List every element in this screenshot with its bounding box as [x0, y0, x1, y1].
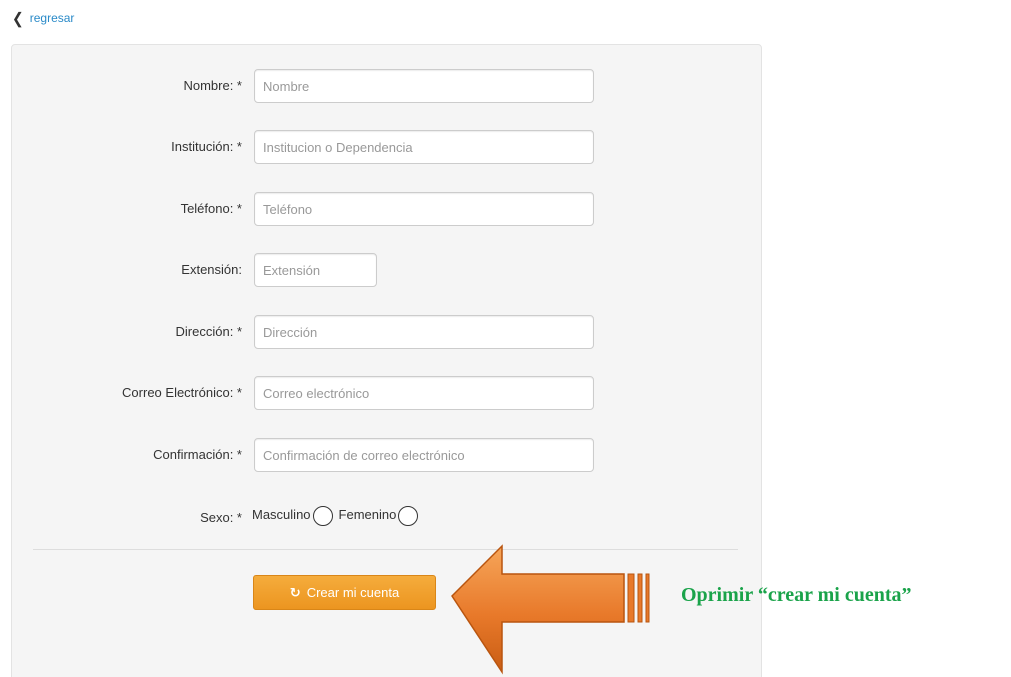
institucion-input[interactable] [254, 130, 594, 164]
telefono-input[interactable] [254, 192, 594, 226]
back-link-label: regresar [29, 11, 75, 25]
create-account-label: Crear mi cuenta [306, 585, 400, 600]
form-row-sexo: Sexo: * Masculino Femenino [12, 499, 763, 535]
form-row-direccion: Dirección: * [12, 315, 763, 351]
direccion-input[interactable] [254, 315, 594, 349]
institucion-label: Institución: * [171, 139, 242, 154]
annotation-arrow-icon [451, 544, 650, 675]
chevron-left-icon: ❮ [12, 9, 24, 27]
form-row-extension: Extensión: [12, 253, 763, 289]
nombre-label: Nombre: * [183, 78, 242, 93]
back-link[interactable]: ❮ regresar [12, 9, 75, 27]
sexo-options: Masculino Femenino [252, 502, 424, 526]
form-row-confirmacion: Confirmación: * [12, 438, 763, 474]
masculino-label: Masculino [252, 506, 311, 522]
annotation-text: Oprimir “crear mi cuenta” [681, 584, 912, 606]
form-row-nombre: Nombre: * [12, 69, 763, 105]
masculino-radio[interactable] [312, 506, 333, 526]
correo-label: Correo Electrónico: * [122, 385, 242, 400]
form-row-telefono: Teléfono: * [12, 192, 763, 228]
page: ❮ regresar Nombre: * Institución: * Telé… [0, 0, 1011, 677]
sexo-label: Sexo: * [200, 510, 242, 525]
direccion-label: Dirección: * [175, 324, 242, 339]
extension-input[interactable] [254, 253, 377, 287]
telefono-label: Teléfono: * [180, 201, 242, 216]
form-row-institucion: Institución: * [12, 130, 763, 166]
extension-label: Extensión: [181, 262, 242, 277]
confirmacion-label: Confirmación: * [153, 447, 242, 462]
correo-input[interactable] [254, 376, 594, 410]
confirmacion-input[interactable] [254, 438, 594, 472]
create-account-button[interactable]: ↻ Crear mi cuenta [253, 575, 436, 610]
form-row-correo: Correo Electrónico: * [12, 376, 763, 412]
nombre-input[interactable] [254, 69, 594, 103]
femenino-label: Femenino [338, 506, 397, 522]
refresh-icon: ↻ [289, 584, 301, 600]
femenino-radio[interactable] [398, 506, 419, 526]
